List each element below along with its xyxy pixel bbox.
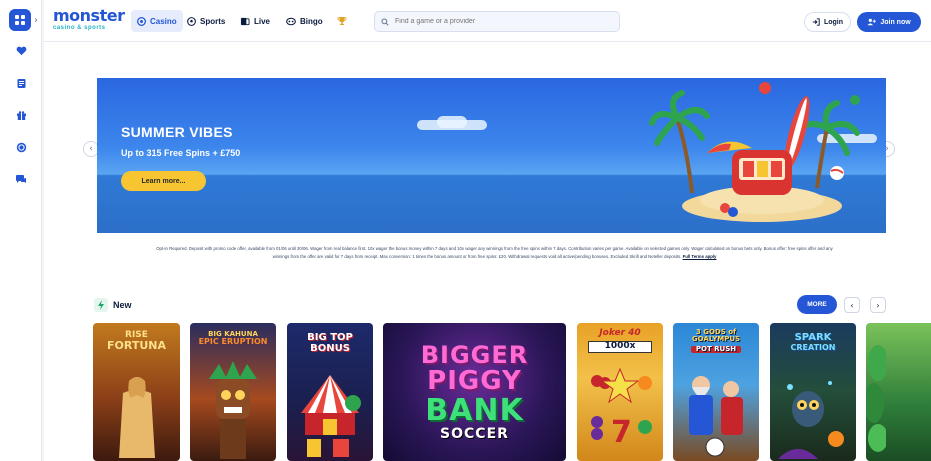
- section-title-new: New: [113, 300, 132, 310]
- game-title: 3 GODS of GOALYMPUS: [691, 328, 741, 344]
- promo-terms-text: Opt-in Required. Deposit with promo code…: [112, 245, 877, 261]
- game-title: FORTUNA: [107, 339, 166, 353]
- top-header: monster casino & sports Casino Sports Li…: [44, 0, 931, 42]
- expand-chevron-icon[interactable]: ›: [34, 15, 38, 26]
- carousel-prev-button[interactable]: ‹: [844, 297, 860, 313]
- favorites-icon[interactable]: [14, 44, 28, 58]
- main-content: ‹ › SUMMER VIBES Up to 315 Free Spins + …: [44, 42, 931, 461]
- trophy-icon: [337, 17, 347, 25]
- football-icon: [187, 16, 196, 26]
- game-title: SPARK: [794, 332, 832, 343]
- logo-tagline: casino & sports: [53, 25, 106, 31]
- banner-title: SUMMER VIBES: [121, 124, 233, 140]
- game-tile[interactable]: 3 GODS of GOALYMPUS POT RUSH: [673, 323, 759, 461]
- game-title: BIG TOP: [307, 332, 353, 343]
- terms-line-2: winnings from the offer are valid for 7 …: [272, 254, 682, 260]
- lightning-icon: [94, 298, 108, 312]
- game-title: CREATION: [790, 342, 836, 352]
- join-now-button[interactable]: Join now: [857, 12, 921, 32]
- game-title: Joker 40: [599, 328, 641, 338]
- nav-live[interactable]: Live: [234, 10, 276, 32]
- learn-more-button[interactable]: Learn more...: [121, 171, 206, 191]
- casino-chip-icon: [137, 16, 146, 26]
- game-title: POT RUSH: [691, 345, 741, 354]
- game-title: BANK: [425, 393, 524, 429]
- search-icon: [381, 17, 389, 26]
- coin-icon[interactable]: [14, 140, 28, 154]
- promo-banner[interactable]: SUMMER VIBES Up to 315 Free Spins + £750…: [97, 78, 886, 233]
- game-tile[interactable]: BIG KAHUNA EPIC ERUPTION: [190, 323, 276, 461]
- login-arrow-icon: [812, 18, 820, 26]
- bingo-mask-icon: [286, 17, 296, 25]
- fruit-symbols-illustration: 7: [591, 367, 652, 450]
- kahuna-mask-illustration: [209, 361, 257, 459]
- logo-wordmark: monster: [53, 6, 125, 25]
- nav-sports-label: Sports: [200, 16, 226, 26]
- game-tile[interactable]: BIGGER PIGGY BANK SOCCER: [383, 323, 566, 461]
- full-terms-link[interactable]: Full Terms apply: [683, 254, 717, 259]
- game-tile[interactable]: BIG TOP BONUS: [287, 323, 373, 461]
- gods-figures-illustration: [689, 376, 743, 457]
- circus-tent-illustration: [301, 375, 361, 457]
- nav-live-label: Live: [254, 16, 271, 26]
- join-label: Join now: [880, 18, 911, 26]
- add-user-icon: [867, 18, 877, 26]
- cloud-decoration: [437, 116, 467, 128]
- nav-sports[interactable]: Sports: [181, 10, 231, 32]
- jungle-leaves-illustration: [866, 345, 886, 452]
- game-title: SOCCER: [440, 425, 509, 442]
- banner-subtitle: Up to 315 Free Spins + £750: [121, 148, 241, 158]
- more-button[interactable]: MORE: [797, 295, 837, 314]
- game-title: PIGGY: [427, 366, 522, 397]
- login-button[interactable]: Login: [804, 12, 851, 32]
- gift-icon[interactable]: [14, 108, 28, 122]
- game-title: BIGGER: [420, 341, 529, 369]
- live-cards-icon: [240, 17, 250, 25]
- nav-trophy[interactable]: [331, 10, 353, 32]
- game-title: EPIC ERUPTION: [198, 337, 268, 347]
- brand-logo[interactable]: monster casino & sports: [53, 6, 125, 32]
- carousel-next-button[interactable]: ›: [870, 297, 886, 313]
- left-rail: ›: [0, 0, 42, 461]
- menu-grid-icon[interactable]: [9, 9, 31, 31]
- login-label: Login: [823, 18, 844, 26]
- island-illustration: [649, 82, 860, 222]
- nav-bingo[interactable]: Bingo: [280, 10, 329, 32]
- receipt-icon[interactable]: [14, 76, 28, 90]
- terms-line-1: Opt-in Required. Deposit with promo code…: [156, 246, 833, 251]
- game-tile[interactable]: SPARK CREATION: [770, 323, 856, 461]
- svg-text:7: 7: [611, 415, 632, 450]
- nav-casino-label: Casino: [150, 16, 177, 26]
- nav-bingo-label: Bingo: [300, 16, 323, 26]
- spark-creature-illustration: [778, 381, 844, 459]
- game-title: BONUS: [310, 342, 350, 354]
- search-input[interactable]: [395, 18, 595, 25]
- search-bar[interactable]: [374, 11, 620, 32]
- game-tile-partial[interactable]: [866, 323, 931, 461]
- game-tile[interactable]: RISE FORTUNA: [93, 323, 180, 461]
- nav-casino[interactable]: Casino: [131, 10, 183, 32]
- game-tile[interactable]: Joker 40 1000x 7: [577, 323, 663, 461]
- fortuna-figure-illustration: [119, 377, 155, 458]
- game-title: 1000x: [588, 341, 652, 353]
- chat-icon[interactable]: [14, 172, 28, 186]
